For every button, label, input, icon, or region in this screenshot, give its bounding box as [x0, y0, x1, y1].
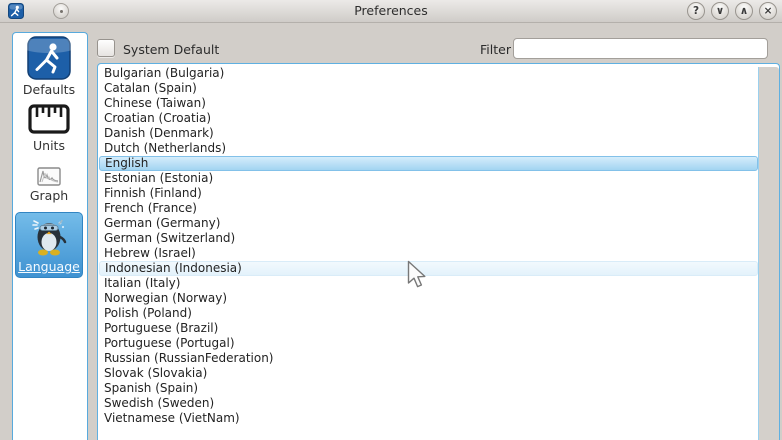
language-row[interactable]: Vietnamese (VietNam) [99, 411, 758, 426]
language-row[interactable]: Dutch (Netherlands) [99, 141, 758, 156]
language-row[interactable]: Finnish (Finland) [99, 186, 758, 201]
graph-icon [37, 167, 61, 186]
sidebar-item-label: Language [18, 259, 80, 274]
language-row[interactable]: Chinese (Taiwan) [99, 96, 758, 111]
language-row[interactable]: Danish (Denmark) [99, 126, 758, 141]
language-row[interactable]: Russian (RussianFederation) [99, 351, 758, 366]
close-button[interactable]: × [759, 2, 777, 20]
system-default-checkbox[interactable] [97, 39, 115, 57]
language-row[interactable]: Portuguese (Brazil) [99, 321, 758, 336]
keep-above-button[interactable]: ∧ [735, 2, 753, 20]
language-list: Bulgarian (Bulgaria) Catalan (Spain) Chi… [99, 66, 758, 440]
language-row[interactable]: Catalan (Spain) [99, 81, 758, 96]
penguin-icon [27, 215, 71, 257]
language-row[interactable]: English [99, 156, 758, 171]
language-row[interactable]: Croatian (Croatia) [99, 111, 758, 126]
language-row[interactable]: Spanish (Spain) [99, 381, 758, 396]
mouse-cursor-icon [407, 260, 426, 289]
language-row[interactable]: Hebrew (Israel) [99, 246, 758, 261]
language-row[interactable]: Bulgarian (Bulgaria) [99, 66, 758, 81]
language-row[interactable]: French (France) [99, 201, 758, 216]
vertical-scrollbar[interactable] [758, 67, 779, 440]
language-row[interactable]: German (Switzerland) [99, 231, 758, 246]
language-row[interactable]: Indonesian (Indonesia) [99, 261, 758, 276]
filter-input[interactable] [513, 38, 768, 59]
language-row[interactable]: Norwegian (Norway) [99, 291, 758, 306]
sidebar-item-graph[interactable]: Graph [15, 167, 83, 203]
language-row[interactable]: German (Germany) [99, 216, 758, 231]
language-row[interactable]: Portuguese (Portugal) [99, 336, 758, 351]
language-row[interactable]: Swedish (Sweden) [99, 396, 758, 411]
titlebar: Preferences ? ∨ ∧ × [0, 0, 782, 23]
language-row[interactable]: Slovak (Slovakia) [99, 366, 758, 381]
filter-label: Filter [480, 42, 511, 57]
shade-button[interactable]: ∨ [711, 2, 729, 20]
language-row[interactable]: Polish (Poland) [99, 306, 758, 321]
language-list-frame: Bulgarian (Bulgaria) Catalan (Spain) Chi… [97, 63, 780, 440]
ruler-icon [27, 102, 71, 136]
sidebar-item-label: Graph [30, 188, 68, 203]
preferences-sidebar: Defaults Units Graph [12, 32, 88, 440]
sidebar-item-label: Units [33, 138, 65, 153]
window-title: Preferences [0, 3, 782, 18]
sidebar-item-label: Defaults [23, 82, 75, 97]
system-default-label: System Default [123, 42, 219, 57]
sidebar-item-defaults[interactable]: Defaults [15, 36, 83, 97]
language-row[interactable]: Italian (Italy) [99, 276, 758, 291]
sidebar-item-language[interactable]: Language [15, 212, 83, 278]
help-button[interactable]: ? [687, 2, 705, 20]
language-row[interactable]: Estonian (Estonia) [99, 171, 758, 186]
diver-icon [27, 36, 71, 80]
sidebar-item-units[interactable]: Units [15, 102, 83, 153]
